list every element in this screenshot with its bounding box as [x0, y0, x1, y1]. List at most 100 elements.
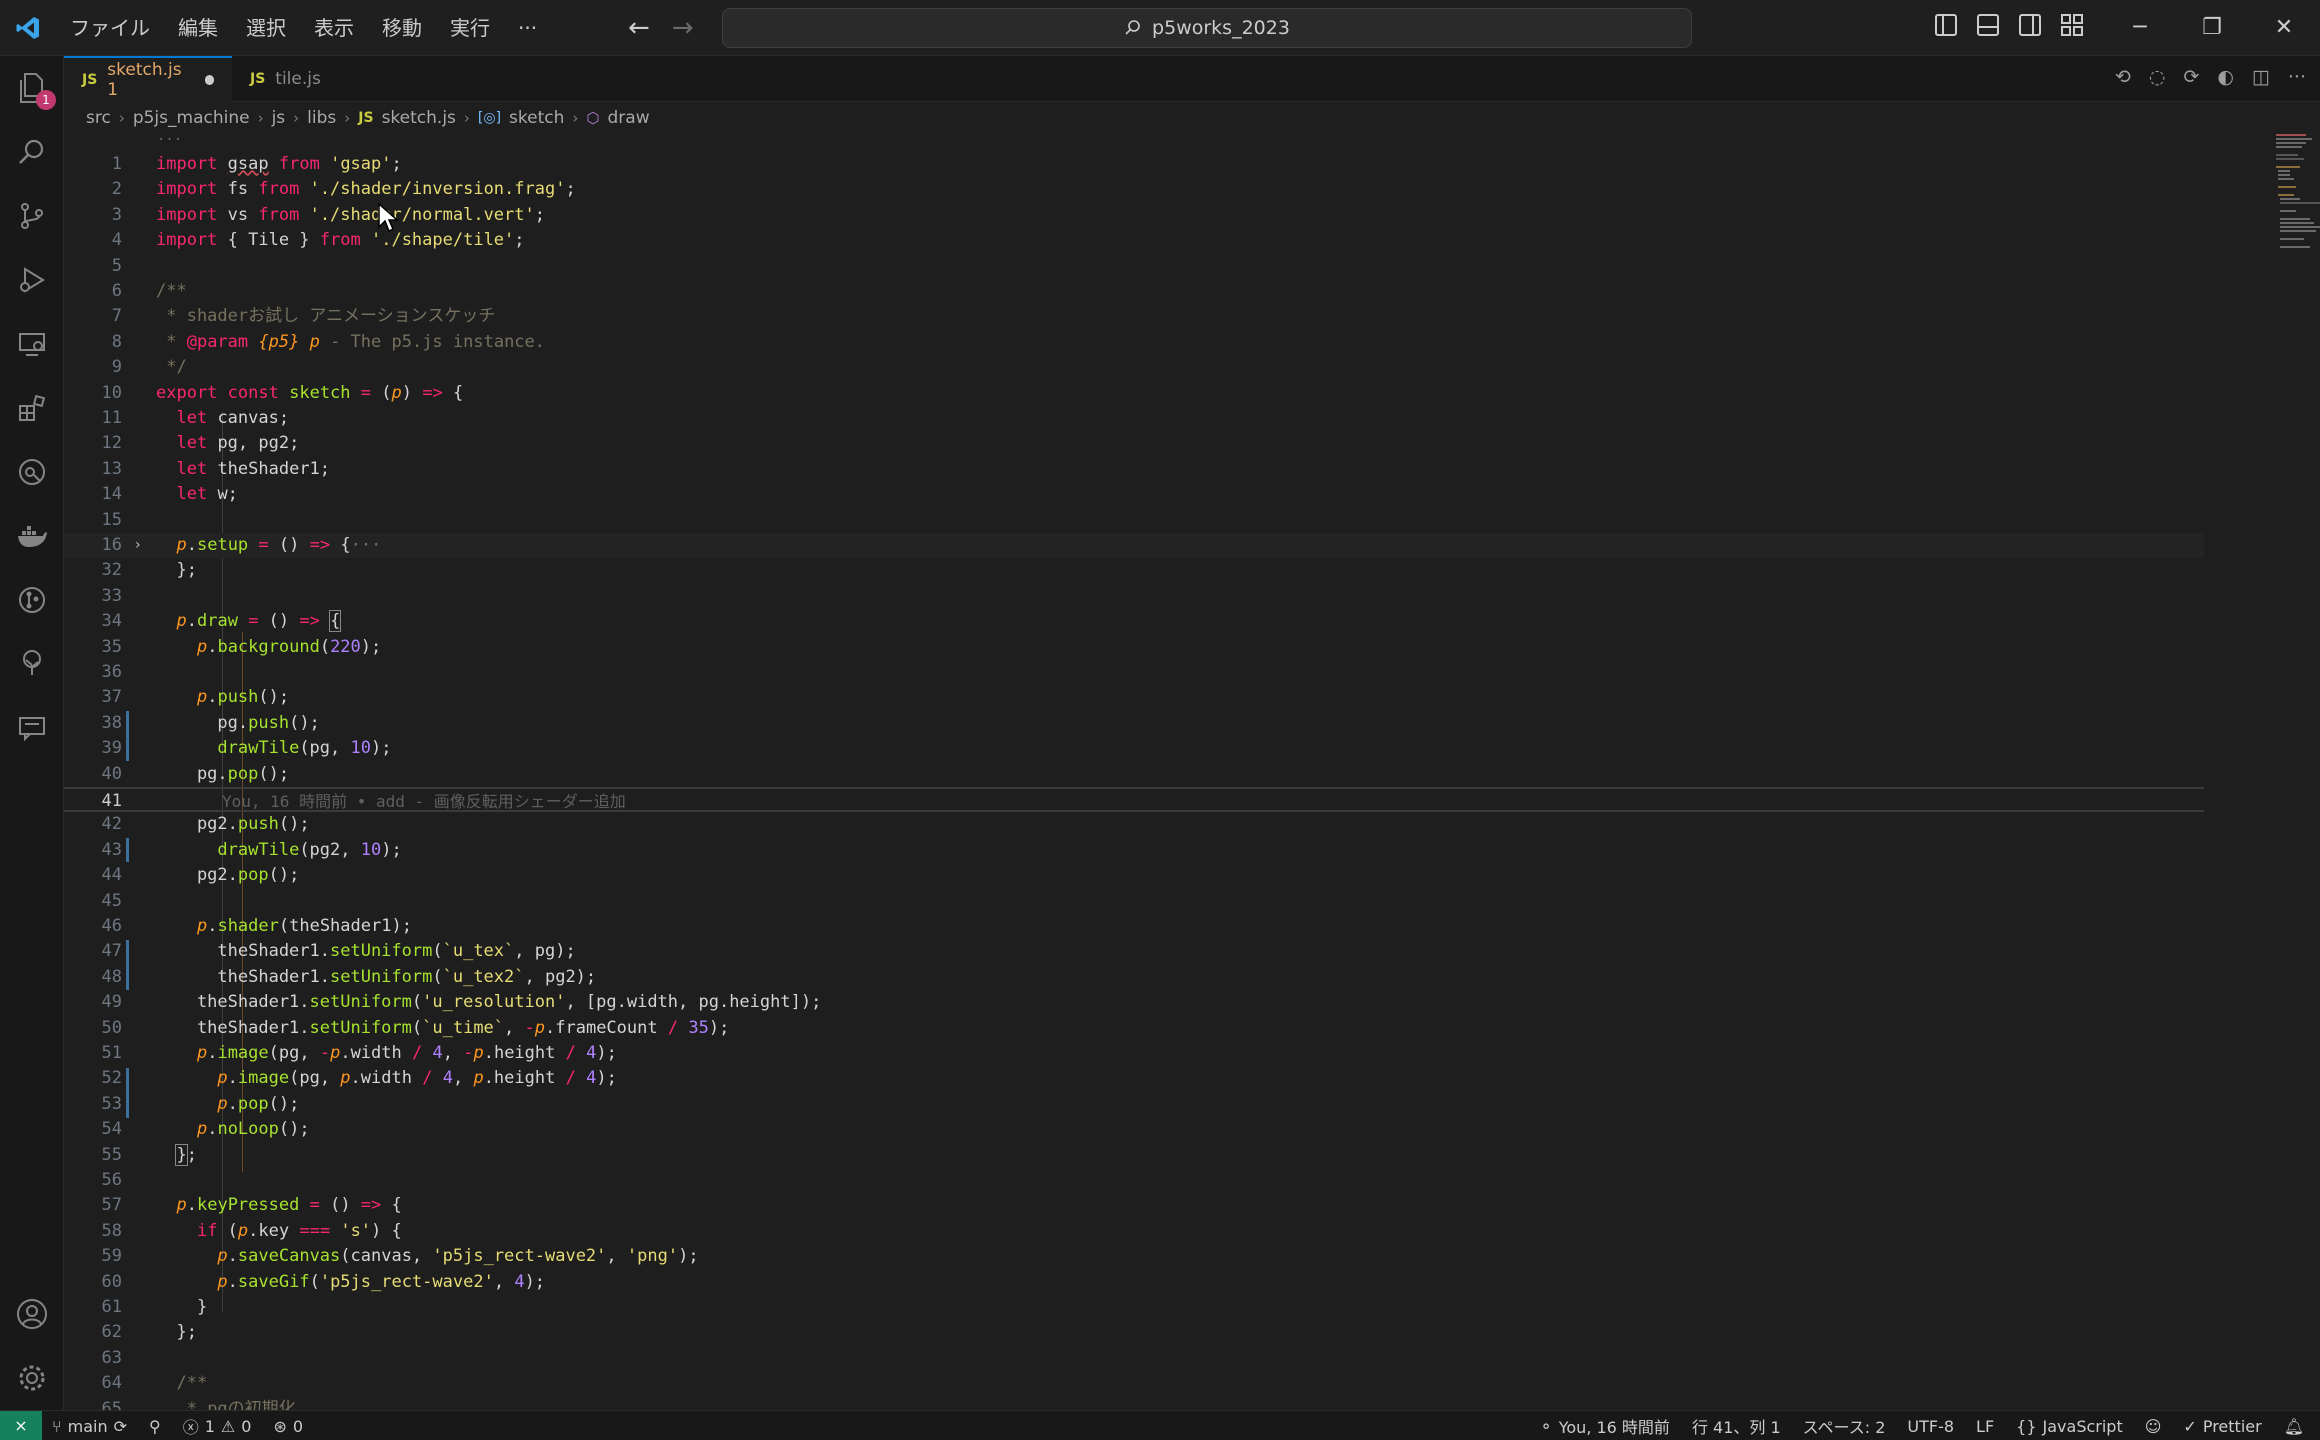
- chevron-right-icon: ›: [344, 109, 351, 127]
- minimap[interactable]: [2274, 132, 2320, 252]
- breadcrumb-p5js-machine[interactable]: p5js_machine: [133, 108, 250, 128]
- command-center-search[interactable]: p5works_2023: [722, 8, 1692, 48]
- navigation-arrows: ← →: [628, 12, 694, 44]
- remote-explorer-icon[interactable]: [14, 326, 50, 362]
- js-file-icon: JS: [82, 72, 98, 88]
- code-line: 33: [101, 585, 122, 606]
- code-line: 11 let canvas;: [101, 408, 290, 428]
- vscode-logo-icon: [0, 0, 56, 56]
- unsaved-dot-icon[interactable]: [204, 75, 214, 85]
- menu-bar: ファイル 編集 選択 表示 移動 実行 ···: [56, 0, 551, 56]
- problems-indicator[interactable]: ⓧ 1 ⚠ 0: [183, 1414, 252, 1438]
- braces-icon: {}: [2016, 1416, 2037, 1436]
- warning-icon: ⚠: [220, 1416, 236, 1436]
- notifications-bell-icon[interactable]: 🔔︎: [2284, 1417, 2304, 1436]
- code-line: 5: [111, 255, 122, 276]
- sync-icon[interactable]: ⟳: [114, 1417, 127, 1436]
- activity-bar: 1: [0, 56, 64, 1410]
- breadcrumb-libs[interactable]: libs: [307, 108, 336, 128]
- toggle-secondary-sidebar-icon[interactable]: [2019, 14, 2041, 36]
- compare-icon[interactable]: ◐: [2217, 66, 2234, 88]
- account-icon[interactable]: [14, 1296, 50, 1332]
- source-control-icon[interactable]: [14, 198, 50, 234]
- copilot-icon[interactable]: ☺: [2145, 1417, 2162, 1436]
- prettier-status[interactable]: ✓ Prettier: [2183, 1417, 2261, 1436]
- explorer-icon[interactable]: 1: [14, 70, 56, 110]
- breadcrumb-draw[interactable]: draw: [608, 108, 650, 128]
- menu-more[interactable]: ···: [504, 0, 551, 56]
- search-icon: [1125, 20, 1140, 35]
- tab-tile-js[interactable]: JS tile.js: [232, 56, 382, 102]
- code-editor[interactable]: ··· 1 import gsap from 'gsap'; 2 import fs…: [64, 132, 2320, 1410]
- code-line: 46 p.shader(theShader1);: [101, 916, 412, 936]
- git-graph-icon[interactable]: [14, 454, 50, 490]
- ports-indicator[interactable]: ⊛ 0: [273, 1417, 303, 1436]
- language-mode[interactable]: {} JavaScript: [2016, 1417, 2123, 1436]
- run-debug-icon[interactable]: [14, 262, 50, 298]
- search-icon[interactable]: [14, 134, 50, 170]
- git-blame-status[interactable]: ⚬ You, 16 時間前: [1539, 1414, 1670, 1438]
- code-line: 62 };: [101, 1322, 197, 1343]
- tree-icon[interactable]: [14, 646, 50, 682]
- breadcrumb-sketch-js[interactable]: sketch.js: [382, 108, 456, 128]
- code-line: 57 p.keyPressed = () => {: [101, 1195, 402, 1216]
- encoding[interactable]: UTF-8: [1907, 1417, 1954, 1436]
- toggle-primary-sidebar-icon[interactable]: [1935, 14, 1957, 36]
- variable-icon: [◎]: [477, 110, 502, 126]
- title-bar: ファイル 編集 選択 表示 移動 実行 ··· ← → p5works_2023…: [0, 0, 2320, 56]
- error-icon: ⓧ: [182, 1418, 199, 1437]
- docker-icon[interactable]: [14, 518, 50, 554]
- split-editor-icon[interactable]: ◫: [2252, 66, 2270, 88]
- code-line: 35 p.background(220);: [101, 636, 382, 657]
- menu-file[interactable]: ファイル: [56, 0, 164, 56]
- check-icon: ✓: [2183, 1416, 2197, 1436]
- extensions-icon[interactable]: [14, 390, 50, 426]
- folded-region-marker: ···: [157, 132, 183, 148]
- gitlens-icon[interactable]: [14, 582, 50, 618]
- breadcrumb-js[interactable]: js: [272, 108, 286, 128]
- indentation[interactable]: スペース: 2: [1803, 1414, 1886, 1438]
- settings-gear-icon[interactable]: [14, 1360, 50, 1396]
- window-controls: ─ ❐ ✕: [2104, 0, 2320, 56]
- menu-run[interactable]: 実行: [436, 0, 504, 56]
- revert-icon[interactable]: ◌: [2149, 66, 2166, 88]
- remote-indicator-icon[interactable]: ⨯: [0, 1411, 42, 1440]
- comments-icon[interactable]: [14, 710, 50, 746]
- line-ending[interactable]: LF: [1976, 1417, 1994, 1436]
- code-line: 8 * @param {p5} p - The p5.js instance.: [111, 331, 546, 352]
- forward-arrow-icon[interactable]: →: [672, 12, 694, 44]
- code-line-current: 41 You, 16 時間前 • add - 画像反転用シェーダー追加: [64, 787, 2204, 813]
- close-icon[interactable]: ✕: [2248, 0, 2320, 56]
- menu-view[interactable]: 表示: [300, 0, 368, 56]
- back-arrow-icon[interactable]: ←: [628, 12, 650, 44]
- code-line: 10 export const sketch = (p) => {: [101, 382, 464, 403]
- menu-edit[interactable]: 編集: [164, 0, 232, 56]
- menu-go[interactable]: 移動: [368, 0, 436, 56]
- code-line: 12 let pg, pg2;: [101, 433, 300, 454]
- customize-layout-icon[interactable]: [2061, 14, 2083, 36]
- chevron-right-icon[interactable]: ›: [135, 533, 141, 558]
- code-line: 6/**: [111, 281, 187, 301]
- code-line: 7 * shaderお試し アニメーションスケッチ: [111, 306, 496, 327]
- code-line: 15: [101, 509, 122, 530]
- breadcrumb-sketch[interactable]: sketch: [509, 108, 564, 128]
- tab-sketch-js[interactable]: JS sketch.js 1: [64, 56, 232, 102]
- branch-indicator[interactable]: ⑂ main ⟳: [52, 1417, 127, 1436]
- method-icon: ⬡: [586, 109, 600, 127]
- code-line: 2 import fs from './shader/inversion.frag…: [111, 179, 576, 200]
- chevron-right-icon: ›: [118, 109, 125, 127]
- minimize-icon[interactable]: ─: [2104, 0, 2176, 56]
- breadcrumb-src[interactable]: src: [86, 108, 111, 128]
- code-line: 39 drawTile(pg, 10);: [101, 738, 392, 759]
- git-graph-status-icon[interactable]: ⚲: [149, 1417, 161, 1436]
- more-actions-icon[interactable]: ···: [2288, 66, 2306, 88]
- go-back-change-icon[interactable]: ⟲: [2115, 66, 2131, 88]
- branch-icon: ⑂: [52, 1416, 62, 1436]
- code-line: 61 }: [101, 1297, 208, 1317]
- cursor-position[interactable]: 行 41、列 1: [1692, 1414, 1781, 1438]
- go-forward-change-icon[interactable]: ⟳: [2183, 66, 2199, 88]
- restore-icon[interactable]: ❐: [2176, 0, 2248, 56]
- code-line: 63: [101, 1347, 122, 1368]
- menu-selection[interactable]: 選択: [232, 0, 300, 56]
- toggle-panel-icon[interactable]: [1977, 14, 1999, 36]
